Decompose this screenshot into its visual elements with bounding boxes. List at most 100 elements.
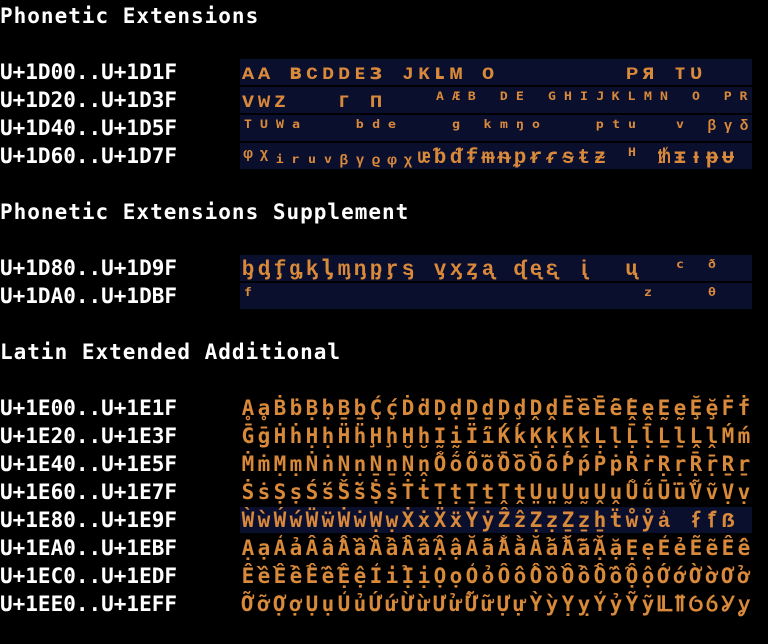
glyph-cell: ᴛ: [673, 60, 687, 84]
glyph-cell: Ỿ: [721, 592, 735, 616]
glyph-cell: ᶠ: [241, 284, 255, 308]
glyph-cell: ḃ: [289, 396, 303, 420]
glyph-cell: ᵘ: [625, 116, 639, 140]
glyph-cell: [336, 283, 352, 309]
glyph-row: U+1D20..U+1D3F ᴠᴡᴢ ᴦ ᴨ ᴬᴭᴮ ᴰᴱ ᴳᴴᴵᴶᴷᴸᴹᴺ ᴼ…: [0, 86, 768, 114]
glyph-cell: Ṽ: [689, 480, 703, 504]
glyph-cell: ᶆ: [337, 256, 351, 280]
glyph-cell: ᴷ: [609, 88, 623, 112]
glyph-cell: Ṳ: [529, 480, 543, 504]
glyph-cell: ṩ: [385, 480, 399, 504]
glyph-cell: [560, 115, 576, 141]
glyph-cell: ử: [449, 592, 463, 616]
glyph-cell: ṭ: [449, 480, 463, 504]
glyph-cell: [528, 283, 544, 309]
glyph-cell: ẓ: [545, 508, 559, 532]
glyph-cell: [496, 255, 512, 281]
glyph-cell: [656, 115, 672, 141]
glyph-cell: ằ: [513, 536, 527, 560]
glyph-cell: Ḟ: [721, 396, 735, 420]
glyph-cell: Ẓ: [529, 508, 543, 532]
glyph-cell: [448, 283, 464, 309]
glyph-cell: [656, 255, 672, 281]
glyph-cell: Ợ: [273, 592, 287, 616]
glyph-cell: ễ: [321, 564, 335, 588]
glyph-cell: ḥ: [321, 424, 335, 448]
glyph-cell: Ẋ: [401, 508, 415, 532]
glyph-cell: Ṓ: [529, 452, 543, 476]
glyph-cell: Ḫ: [401, 424, 415, 448]
glyph-cell: [544, 115, 560, 141]
glyph-cell: ẑ: [513, 508, 527, 532]
glyph-cell: Ẩ: [369, 536, 383, 560]
glyph-cell: Ỷ: [593, 592, 607, 616]
glyph-cell: ẃ: [289, 508, 303, 532]
glyph-cell: ᶜ: [673, 256, 687, 280]
glyph-cell: [304, 283, 320, 309]
glyph-cell: Ṕ: [561, 452, 575, 476]
glyph-cell: [400, 87, 416, 113]
glyph-cell: Ệ: [337, 564, 351, 588]
glyph-cell: Ở: [721, 564, 735, 588]
glyph-cell: Ẍ: [433, 508, 447, 532]
glyph-cell: ᵭ: [449, 144, 463, 168]
glyph-cell: Ḉ: [369, 396, 383, 420]
glyph-cell: Ṙ: [625, 452, 639, 476]
glyph-cell: ỽ: [705, 592, 719, 616]
glyph-cell: ḉ: [385, 396, 399, 420]
glyph-cell: ᶀ: [241, 256, 255, 280]
glyph-cell: ᵐ: [497, 116, 511, 140]
glyph-cell: ḭ: [449, 424, 463, 448]
glyph-cell: ḽ: [705, 424, 719, 448]
glyph-cell: [320, 283, 336, 309]
glyph-cell: ổ: [577, 564, 591, 588]
glyph-cell: ʟ: [433, 60, 447, 84]
glyph-cell: ᵇ: [353, 116, 367, 140]
glyph-cell: [336, 115, 352, 141]
glyph-cell: Ḑ: [497, 396, 511, 420]
glyph-cell: ᵬ: [433, 144, 447, 168]
glyph-cell: ẳ: [545, 536, 559, 560]
code-range-label: U+1D40..U+1D5F: [0, 116, 178, 140]
glyph-cell: ᶃ: [289, 256, 303, 280]
glyph-cell: ṛ: [673, 452, 687, 476]
glyph-cell: ṯ: [481, 480, 495, 504]
glyph-cell: ᵝ: [705, 116, 719, 140]
glyph-cell: ᴅ: [321, 60, 335, 84]
glyph-cell: [720, 59, 736, 85]
glyph-cell: ᴜ: [689, 60, 703, 84]
glyph-cell: Ḹ: [625, 424, 639, 448]
glyph-cell: [592, 59, 608, 85]
glyph-cell: ᴱ: [513, 88, 527, 112]
glyph-cell: Ử: [433, 592, 447, 616]
glyph-strip: ᶀᶁᶂᶃᶄᶅᶆᶇᶈᶉᶊ ᶌᶍᶎᶏ ᶑᶒᶓ ᶖ ᶙ ᶜ ᶞ: [240, 255, 752, 281]
glyph-cell: Ữ: [465, 592, 479, 616]
glyph-cell: ḯ: [481, 424, 495, 448]
glyph-cell: Ṟ: [721, 452, 735, 476]
glyph-cell: ʙ: [289, 60, 303, 84]
glyph-cell: Ể: [273, 564, 287, 588]
glyph-cell: Ấ: [305, 536, 319, 560]
glyph-cell: ṹ: [641, 480, 655, 504]
glyph-cell: ở: [737, 564, 751, 588]
code-range-label: U+1EE0..U+1EFF: [0, 592, 178, 616]
code-range-label: U+1D60..U+1D7F: [0, 144, 178, 168]
code-range-label: U+1D00..U+1D1F: [0, 60, 178, 84]
glyph-cell: ᴶ: [593, 88, 607, 112]
glyph-cell: ẕ: [577, 508, 591, 532]
glyph-cell: [576, 283, 592, 309]
glyph-cell: ṵ: [577, 480, 591, 504]
code-range-label: U+1E80..U+1E9F: [0, 508, 178, 532]
glyph-cell: Ḱ: [497, 424, 511, 448]
glyph-cell: [496, 59, 512, 85]
glyph-strip: ᴠᴡᴢ ᴦ ᴨ ᴬᴭᴮ ᴰᴱ ᴳᴴᴵᴶᴷᴸᴹᴺ ᴼ ᴾᴿ: [240, 87, 752, 113]
glyph-cell: ớ: [673, 564, 687, 588]
glyph-cell: [400, 283, 416, 309]
glyph-cell: Ừ: [401, 592, 415, 616]
glyph-cell: ủ: [353, 592, 367, 616]
glyph-cell: Ṱ: [497, 480, 511, 504]
glyph-cell: [352, 87, 368, 113]
code-range-label: U+1D80..U+1D9F: [0, 256, 178, 280]
glyph-cell: ᶅ: [321, 256, 335, 280]
glyph-cell: Ỡ: [241, 592, 255, 616]
